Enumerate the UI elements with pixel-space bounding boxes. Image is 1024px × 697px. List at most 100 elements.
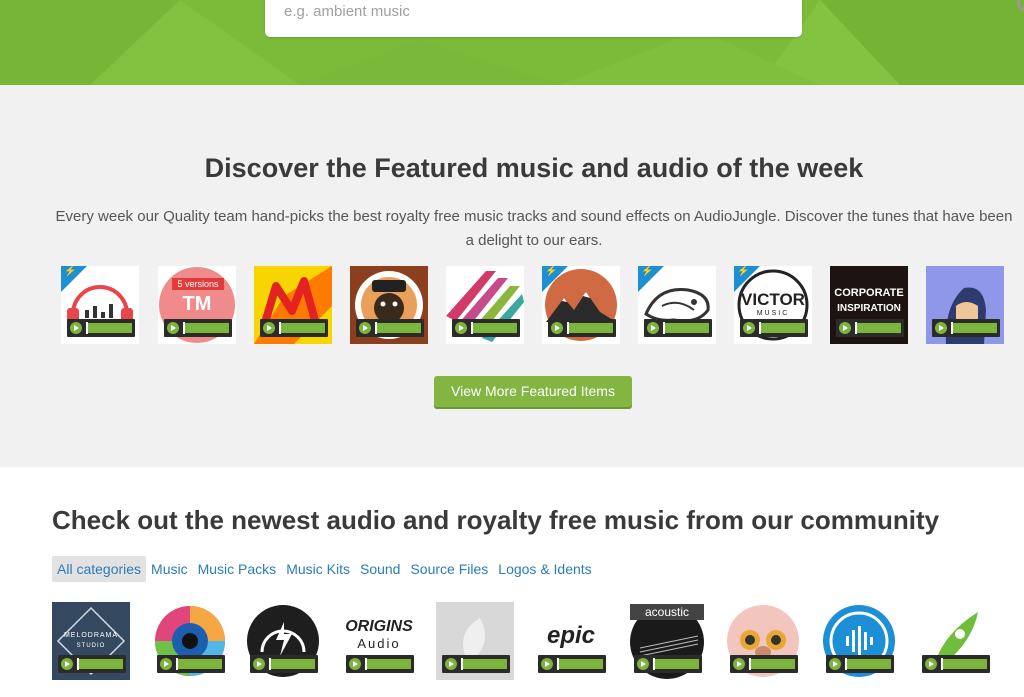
- play-icon[interactable]: [829, 658, 841, 670]
- play-icon[interactable]: [925, 658, 937, 670]
- play-icon[interactable]: [541, 658, 553, 670]
- mini-player[interactable]: [836, 319, 904, 337]
- bolt-icon: ⚡: [737, 266, 750, 277]
- waveform[interactable]: [365, 658, 411, 670]
- mini-player[interactable]: [442, 655, 510, 673]
- waveform[interactable]: [845, 658, 891, 670]
- featured-section: Discover the Featured music and audio of…: [0, 85, 1024, 467]
- mini-player[interactable]: [826, 655, 894, 673]
- newest-item-7[interactable]: acoustic: [628, 602, 706, 680]
- mini-player[interactable]: [452, 319, 520, 337]
- newest-item-9[interactable]: [820, 602, 898, 680]
- play-icon[interactable]: [160, 658, 172, 670]
- waveform[interactable]: [269, 658, 315, 670]
- newest-item-1[interactable]: MELODRAMA STUDIO: [52, 602, 130, 680]
- tab-logos-idents[interactable]: Logos & Idents: [493, 556, 596, 582]
- waveform[interactable]: [461, 658, 507, 670]
- play-icon[interactable]: [61, 658, 73, 670]
- mini-player[interactable]: [58, 655, 126, 673]
- waveform[interactable]: [941, 658, 987, 670]
- waveform[interactable]: [471, 322, 517, 334]
- featured-item-1[interactable]: ⚡: [61, 266, 139, 344]
- play-icon[interactable]: [167, 322, 179, 334]
- play-icon[interactable]: [70, 322, 82, 334]
- play-icon[interactable]: [733, 658, 745, 670]
- waveform[interactable]: [653, 658, 699, 670]
- waveform[interactable]: [375, 322, 421, 334]
- bolt-icon: ⚡: [641, 266, 654, 277]
- mini-player[interactable]: [346, 655, 414, 673]
- tab-all-categories[interactable]: All categories: [52, 556, 147, 582]
- view-more-featured-button[interactable]: View More Featured Items: [434, 376, 632, 407]
- search-input[interactable]: [284, 0, 724, 22]
- waveform[interactable]: [557, 658, 603, 670]
- mini-player[interactable]: [634, 655, 702, 673]
- waveform[interactable]: [663, 322, 709, 334]
- newest-item-3[interactable]: [244, 602, 322, 680]
- mini-player[interactable]: [250, 655, 318, 673]
- tm-label: TM: [182, 293, 212, 315]
- mini-player[interactable]: [356, 319, 424, 337]
- play-icon[interactable]: [647, 322, 659, 334]
- play-icon[interactable]: [455, 322, 467, 334]
- newest-item-4[interactable]: ORIGINS Audio: [340, 602, 418, 680]
- play-icon[interactable]: [349, 658, 361, 670]
- mini-player[interactable]: [157, 655, 225, 673]
- waveform[interactable]: [279, 322, 325, 334]
- play-icon[interactable]: [551, 322, 563, 334]
- featured-item-2[interactable]: 5 versions TM: [158, 266, 236, 344]
- play-icon[interactable]: [359, 322, 371, 334]
- play-icon[interactable]: [637, 658, 649, 670]
- mini-player[interactable]: [164, 319, 232, 337]
- newest-item-5[interactable]: [436, 602, 514, 680]
- waveform[interactable]: [759, 322, 805, 334]
- waveform[interactable]: [77, 658, 123, 670]
- tab-music-packs[interactable]: Music Packs: [193, 556, 282, 582]
- newest-item-2[interactable]: [151, 602, 229, 680]
- inspiration-label: INSPIRATION: [837, 303, 901, 314]
- featured-item-8[interactable]: VICTOR MUSIC ⚡: [734, 266, 812, 344]
- waveform[interactable]: [183, 322, 229, 334]
- mini-player[interactable]: [932, 319, 1000, 337]
- mini-player[interactable]: [538, 655, 606, 673]
- search-icon[interactable]: [1016, 0, 1024, 18]
- play-icon[interactable]: [253, 658, 265, 670]
- tab-source-files[interactable]: Source Files: [405, 556, 493, 582]
- play-icon[interactable]: [743, 322, 755, 334]
- bolt-icon: ⚡: [545, 266, 558, 277]
- play-icon[interactable]: [839, 322, 851, 334]
- tab-sound[interactable]: Sound: [355, 556, 405, 582]
- waveform[interactable]: [951, 322, 997, 334]
- waveform[interactable]: [855, 322, 901, 334]
- mini-player[interactable]: [644, 319, 712, 337]
- featured-title: Discover the Featured music and audio of…: [204, 153, 864, 183]
- featured-item-10[interactable]: [926, 266, 1004, 344]
- mini-player[interactable]: [67, 319, 135, 337]
- versions-label: 5 versions: [177, 279, 219, 289]
- featured-item-3[interactable]: [254, 266, 332, 344]
- featured-item-6[interactable]: ⚡: [542, 266, 620, 344]
- tab-music-kits[interactable]: Music Kits: [281, 556, 355, 582]
- mini-player[interactable]: [548, 319, 616, 337]
- play-icon[interactable]: [935, 322, 947, 334]
- featured-item-9[interactable]: CORPORATE INSPIRATION: [830, 266, 908, 344]
- waveform[interactable]: [749, 658, 795, 670]
- featured-item-7[interactable]: ⚡: [638, 266, 716, 344]
- featured-item-4[interactable]: [350, 266, 428, 344]
- tab-music[interactable]: Music: [146, 556, 193, 582]
- newest-item-8[interactable]: [724, 602, 802, 680]
- newest-item-10[interactable]: [916, 602, 994, 680]
- play-icon[interactable]: [445, 658, 457, 670]
- waveform[interactable]: [86, 322, 132, 334]
- mini-player[interactable]: [260, 319, 328, 337]
- featured-item-5[interactable]: [446, 266, 524, 344]
- bolt-icon: ⚡: [64, 266, 77, 277]
- victor-label: VICTOR: [741, 290, 805, 309]
- waveform[interactable]: [176, 658, 222, 670]
- mini-player[interactable]: [922, 655, 990, 673]
- mini-player[interactable]: [740, 319, 808, 337]
- waveform[interactable]: [567, 322, 613, 334]
- newest-item-6[interactable]: epic: [532, 602, 610, 680]
- play-icon[interactable]: [263, 322, 275, 334]
- mini-player[interactable]: [730, 655, 798, 673]
